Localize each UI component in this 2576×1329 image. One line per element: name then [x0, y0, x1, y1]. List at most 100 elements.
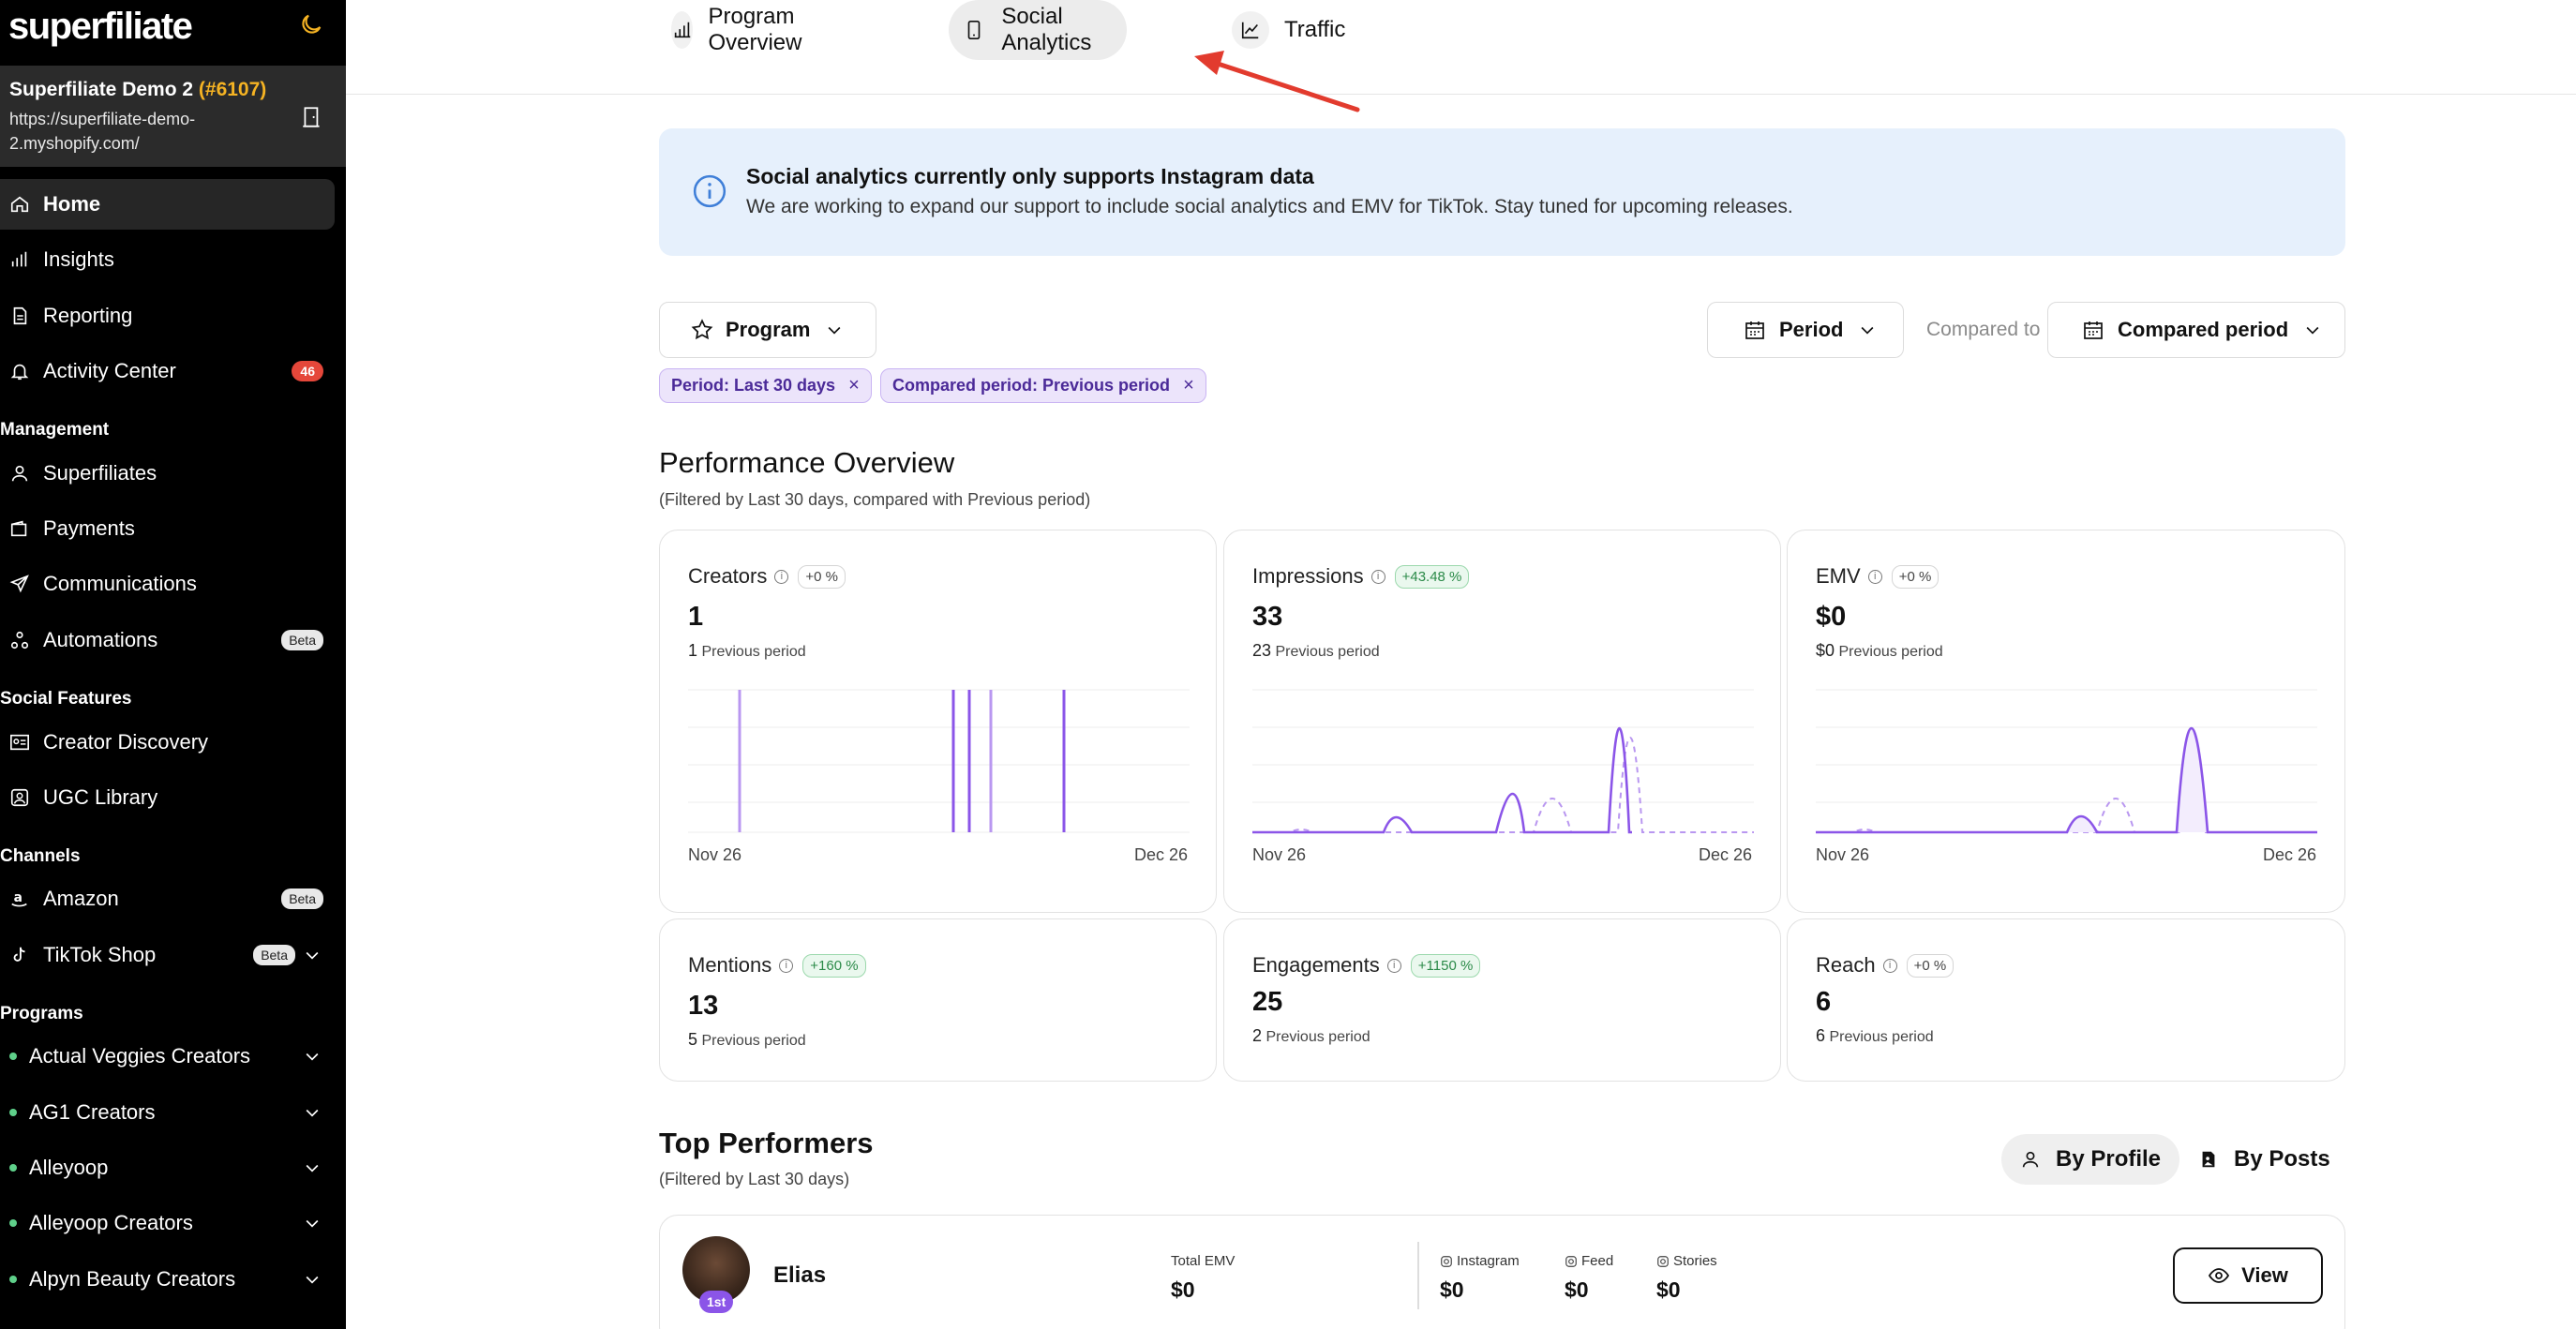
- info-icon[interactable]: i: [1386, 958, 1401, 973]
- chevron-down-icon[interactable]: [303, 1103, 322, 1122]
- sidebar-item-communications[interactable]: Communications: [0, 559, 335, 609]
- metric-title: Impressions i +43.48 %: [1252, 564, 1470, 589]
- info-icon[interactable]: i: [774, 569, 789, 584]
- sidebar-item-label: Alleyoop: [29, 1156, 109, 1179]
- toggle-label: By Posts: [2234, 1146, 2330, 1172]
- info-icon[interactable]: i: [1370, 569, 1385, 584]
- instagram-icon: [1657, 1255, 1669, 1267]
- current-period-series-line: [1816, 726, 2317, 834]
- sidebar-item-label: Home: [43, 192, 101, 216]
- store-switcher[interactable]: Superfiliate Demo 2 (#6107) https://supe…: [0, 66, 346, 167]
- sidebar-item-tiktok-shop[interactable]: TikTok Shop Beta: [0, 930, 335, 980]
- metric-title: Creators i +0 %: [688, 564, 846, 589]
- sidebar-item-activity-center[interactable]: Activity Center 46: [0, 346, 335, 396]
- metric-value: 1: [688, 602, 704, 632]
- trend-icon: [1232, 11, 1269, 49]
- performance-overview-title: Performance Overview: [659, 446, 955, 479]
- close-icon[interactable]: ×: [1183, 375, 1194, 396]
- tab-social-analytics[interactable]: Social Analytics: [949, 0, 1128, 60]
- sidebar-program-item[interactable]: Actual Veggies Creators: [0, 1031, 335, 1082]
- rank-badge: 1st: [699, 1291, 734, 1313]
- chevron-down-icon[interactable]: [303, 946, 322, 964]
- contact-card-icon: [7, 730, 32, 754]
- metric-title: Mentions i +160 %: [688, 953, 866, 978]
- app-logo[interactable]: superfiliate: [8, 6, 193, 48]
- info-icon[interactable]: i: [1882, 958, 1897, 973]
- view-button[interactable]: View: [2173, 1247, 2323, 1304]
- period-filter-button[interactable]: Period: [1707, 302, 1904, 358]
- performance-overview-subtitle: (Filtered by Last 30 days, compared with…: [659, 490, 1091, 509]
- change-badge: +43.48 %: [1394, 564, 1470, 589]
- tab-label: Social Analytics: [1001, 4, 1092, 55]
- store-name: Superfiliate Demo 2 (#6107): [9, 79, 267, 100]
- by-posts-toggle[interactable]: By Posts: [2179, 1134, 2349, 1185]
- sidebar-program-item[interactable]: Alleyoop Creators: [0, 1198, 335, 1248]
- moon-icon[interactable]: [298, 11, 324, 37]
- chevron-down-icon[interactable]: [303, 1158, 322, 1177]
- instagram-icon: [1565, 1255, 1577, 1267]
- status-dot: [9, 1053, 17, 1060]
- tab-label: Program Overview: [708, 4, 802, 55]
- sidebar-item-label: Activity Center: [43, 359, 176, 382]
- star-icon: [691, 319, 713, 340]
- notification-count-badge: 46: [292, 361, 323, 381]
- sidebar-item-insights[interactable]: Insights: [0, 234, 335, 285]
- compared-period-filter-label: Compared period: [2118, 318, 2289, 341]
- sidebar-item-superfiliates[interactable]: Superfiliates: [0, 448, 335, 499]
- banner-title: Social analytics currently only supports…: [746, 164, 1314, 188]
- current-period-series-area: [1816, 728, 2317, 832]
- program-filter-button[interactable]: Program: [659, 302, 876, 358]
- info-icon[interactable]: i: [779, 958, 794, 973]
- instagram-value: $0: [1440, 1277, 1464, 1302]
- period-filter-label: Period: [1779, 318, 1844, 341]
- door-icon[interactable]: [300, 103, 324, 131]
- compared-period-filter-button[interactable]: Compared period: [2047, 302, 2345, 358]
- chevron-down-icon[interactable]: [303, 1047, 322, 1066]
- sidebar: superfiliate Superfiliate Demo 2 (#6107)…: [0, 0, 346, 1329]
- active-filter-chip[interactable]: Compared period: Previous period ×: [880, 368, 1206, 403]
- toggle-label: By Profile: [2056, 1146, 2162, 1172]
- chip-label: Compared period: Previous period: [892, 376, 1171, 395]
- sidebar-item-label: TikTok Shop: [43, 943, 157, 966]
- sidebar-program-item[interactable]: Alleyoop: [0, 1142, 335, 1193]
- tab-program-overview[interactable]: Program Overview: [658, 0, 840, 60]
- metric-value: 25: [1252, 987, 1283, 1017]
- sidebar-program-item[interactable]: AG1 Creators: [0, 1087, 335, 1138]
- info-banner: Social analytics currently only supports…: [659, 128, 2345, 256]
- change-badge: +1150 %: [1410, 953, 1481, 978]
- chevron-down-icon[interactable]: [303, 1270, 322, 1289]
- chevron-down-icon: [1862, 326, 1874, 335]
- metric-card-creators: Creators i +0 % 1 1 Previous period Nov 26…: [659, 530, 1217, 913]
- chevron-down-icon[interactable]: [303, 1214, 322, 1232]
- section-title-management: Management: [0, 420, 110, 440]
- sidebar-item-label: AG1 Creators: [29, 1100, 156, 1124]
- x-axis-start-label: Nov 26: [688, 845, 742, 864]
- metric-title: EMV i +0 %: [1816, 564, 1939, 589]
- performer-name[interactable]: Elias: [773, 1262, 826, 1289]
- status-dot: [9, 1109, 17, 1116]
- sidebar-item-creator-discovery[interactable]: Creator Discovery: [0, 717, 335, 768]
- stories-value: $0: [1656, 1277, 1681, 1302]
- sidebar-item-automations[interactable]: Automations Beta: [0, 615, 335, 665]
- by-profile-toggle[interactable]: By Profile: [2001, 1134, 2180, 1185]
- store-url[interactable]: https://superfiliate-demo-2.myshopify.co…: [9, 107, 253, 156]
- status-dot: [9, 1164, 17, 1172]
- previous-period-series-line: [1816, 737, 2317, 833]
- stories-label: Stories: [1656, 1253, 1717, 1269]
- sidebar-item-ugc-library[interactable]: UGC Library: [0, 772, 335, 823]
- sidebar-program-item[interactable]: Alpyn Beauty Creators: [0, 1254, 335, 1305]
- sidebar-item-home[interactable]: Home: [0, 179, 335, 230]
- info-icon[interactable]: i: [1867, 569, 1882, 584]
- tiktok-icon: [7, 943, 32, 967]
- svg-text:a: a: [14, 890, 22, 905]
- performer-row: 1st Elias Total EMV $0 Instagram $0 Feed…: [659, 1215, 2345, 1329]
- creators-sparkline-chart: [688, 689, 1190, 833]
- active-filter-chip[interactable]: Period: Last 30 days ×: [659, 368, 872, 403]
- close-icon[interactable]: ×: [848, 375, 860, 396]
- sidebar-item-amazon[interactable]: a Amazon Beta: [0, 874, 335, 924]
- sidebar-item-payments[interactable]: Payments: [0, 503, 335, 554]
- instagram-label: Instagram: [1440, 1253, 1520, 1269]
- sidebar-item-reporting[interactable]: Reporting: [0, 291, 335, 341]
- metric-previous: 5 Previous period: [688, 1030, 806, 1049]
- metric-card-mentions: Mentions i +160 % 13 5 Previous period: [659, 918, 1217, 1082]
